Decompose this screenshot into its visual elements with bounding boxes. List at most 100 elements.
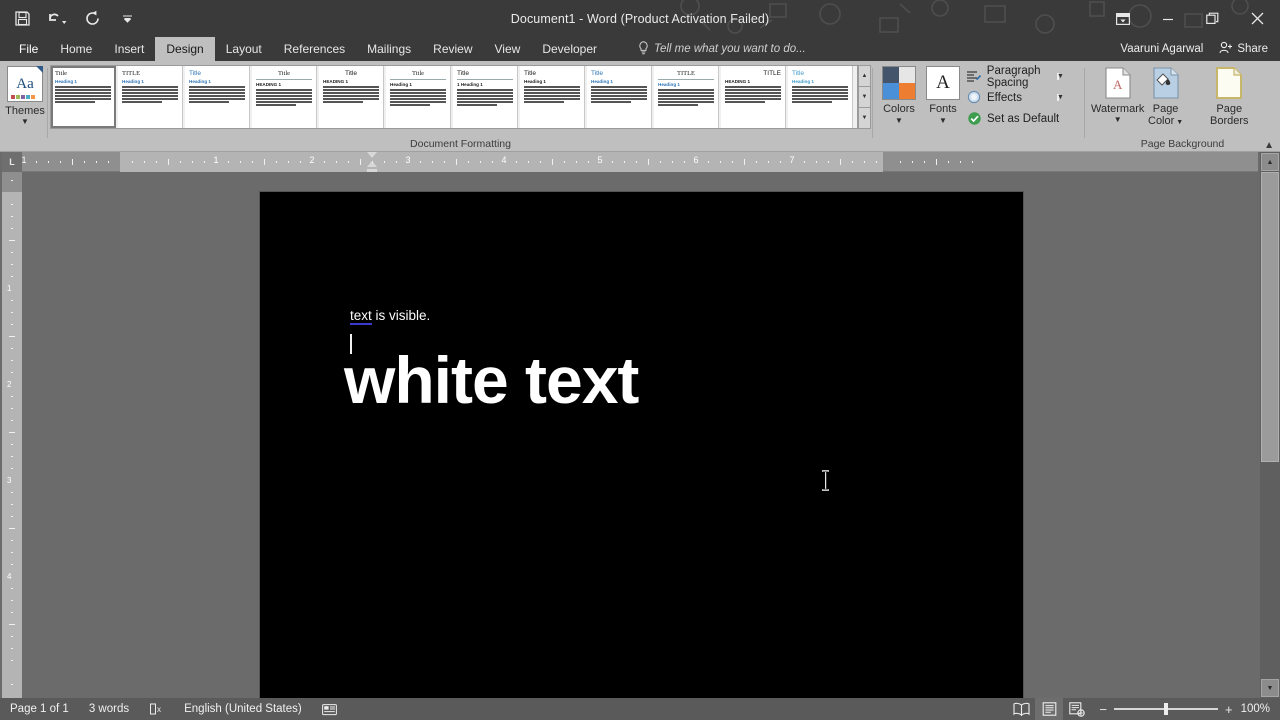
tab-review[interactable]: Review	[422, 37, 483, 61]
scrollbar-thumb[interactable]	[1261, 172, 1279, 462]
page-color-label-line1: Page	[1153, 103, 1179, 115]
ruler-tick	[540, 161, 541, 163]
macro-record-icon[interactable]	[312, 698, 347, 720]
style-set-thumbnail[interactable]: TITLEHeading 1	[654, 66, 719, 128]
minimize-icon[interactable]	[1145, 0, 1190, 37]
page-indicator[interactable]: Page 1 of 1	[0, 698, 79, 720]
tab-layout[interactable]: Layout	[215, 37, 273, 61]
style-set-thumbnail[interactable]: Title1 Heading 1	[453, 66, 518, 128]
tab-developer[interactable]: Developer	[531, 37, 608, 61]
read-mode-view-button[interactable]	[1007, 698, 1035, 720]
first-line-indent-marker[interactable]	[367, 152, 377, 158]
watermark-icon: A	[1101, 66, 1135, 100]
page-color-icon	[1149, 66, 1183, 100]
ruler-tick	[11, 300, 13, 301]
ruler-tick	[9, 336, 15, 337]
gallery-scroll-up-icon[interactable]: ▲	[858, 65, 871, 86]
font-a-icon: A	[926, 66, 960, 100]
zoom-out-button[interactable]: −	[1099, 702, 1107, 717]
page-borders-button[interactable]: Page Borders	[1210, 66, 1249, 127]
close-icon[interactable]	[1235, 0, 1280, 37]
thumbnail-heading: Heading 1	[55, 79, 111, 84]
undo-icon[interactable]	[45, 7, 69, 31]
customize-qat-icon[interactable]	[115, 7, 139, 31]
user-name[interactable]: Vaaruni Agarwal	[1110, 43, 1213, 55]
style-set-thumbnail[interactable]: TitleHeading 1	[51, 66, 116, 128]
tab-design[interactable]: Design	[155, 37, 214, 61]
style-set-thumbnail[interactable]: TitleHEADING 1	[319, 66, 384, 128]
title-bar: Document1 - Word (Product Activation Fai…	[0, 0, 1280, 37]
tab-insert[interactable]: Insert	[103, 37, 155, 61]
page-color-button[interactable]: Page Color ▼	[1148, 66, 1183, 129]
colors-button[interactable]: Colors ▼	[877, 66, 921, 125]
colors-dropdown-icon[interactable]: ▼	[895, 117, 903, 125]
style-set-thumbnail[interactable]: TitleHeading 1	[788, 66, 853, 128]
page-borders-icon	[1212, 66, 1246, 100]
paragraph-spacing-button[interactable]: Paragraph Spacing ▼	[966, 66, 1084, 87]
proofing-errors-icon[interactable]: x	[139, 698, 174, 720]
scroll-up-icon[interactable]: ▲	[1261, 153, 1279, 171]
horizontal-ruler[interactable]: 11234567	[22, 152, 1258, 172]
tab-home[interactable]: Home	[49, 37, 103, 61]
ribbon-tab-bar: File Home Insert Design Layout Reference…	[0, 37, 1280, 61]
zoom-slider-thumb[interactable]	[1164, 703, 1168, 715]
share-person-icon	[1219, 41, 1233, 57]
set-as-default-button[interactable]: Set as Default	[966, 108, 1084, 129]
zoom-in-button[interactable]: +	[1225, 702, 1233, 717]
ruler-number: 2	[309, 155, 314, 165]
vertical-ruler[interactable]: 1234	[2, 172, 22, 698]
themes-aa-icon: Aa	[7, 66, 43, 102]
style-set-thumbnail[interactable]: TITLEHEADING 1	[721, 66, 786, 128]
style-set-thumbnail[interactable]: TitleHEADING 1	[252, 66, 317, 128]
ruler-tick	[11, 492, 13, 493]
fonts-dropdown-icon[interactable]: ▼	[939, 117, 947, 125]
themes-button[interactable]: Aa Themes ▼	[4, 66, 46, 126]
chevron-down-icon[interactable]: ▼	[1057, 73, 1059, 80]
language-indicator[interactable]: English (United States)	[174, 698, 312, 720]
tab-file[interactable]: File	[8, 37, 49, 61]
chevron-down-icon[interactable]: ▼	[1057, 94, 1059, 101]
paragraph-spacing-label: Paragraph Spacing	[987, 65, 1084, 89]
gallery-scroll-down-icon[interactable]: ▼	[858, 86, 871, 107]
ribbon-collapse-icon[interactable]: ▲	[1264, 140, 1274, 151]
style-set-thumbnail[interactable]: TitleHeading 1	[520, 66, 585, 128]
zoom-level[interactable]: 100%	[1241, 703, 1280, 715]
vertical-scrollbar[interactable]: ▲ ▼	[1260, 152, 1280, 698]
tell-me-search[interactable]: Tell me what you want to do...	[638, 37, 806, 61]
thumbnail-title: Title	[457, 70, 513, 77]
thumbnail-heading: Heading 1	[122, 79, 178, 84]
ruler-number: 4	[501, 155, 506, 165]
watermark-dropdown-icon[interactable]: ▼	[1114, 116, 1122, 124]
watermark-button[interactable]: A Watermark ▼	[1091, 66, 1144, 124]
web-layout-view-button[interactable]	[1063, 698, 1091, 720]
style-set-thumbnail[interactable]: TITLEHeading 1	[118, 66, 183, 128]
gallery-scrollbar: ▲ ▼ ▼	[858, 65, 871, 129]
scroll-down-icon[interactable]: ▼	[1261, 679, 1279, 697]
tab-references[interactable]: References	[273, 37, 356, 61]
zoom-slider[interactable]	[1114, 708, 1218, 710]
style-set-thumbnail[interactable]: TitleHeading 1	[185, 66, 250, 128]
word-count[interactable]: 3 words	[79, 698, 139, 720]
style-set-thumbnail[interactable]: TitleHeading 1	[587, 66, 652, 128]
ruler-number: 5	[597, 155, 602, 165]
themes-dropdown-icon[interactable]: ▼	[21, 118, 29, 126]
ruler-tick	[11, 684, 13, 685]
redo-icon[interactable]	[80, 7, 104, 31]
ribbon-display-options-icon[interactable]	[1100, 0, 1145, 37]
fonts-button[interactable]: A Fonts ▼	[921, 66, 965, 125]
document-formatting-group-label: Document Formatting	[48, 138, 873, 150]
effects-button[interactable]: Effects ▼	[966, 87, 1084, 108]
tab-selector[interactable]: L	[2, 152, 22, 172]
tab-view[interactable]: View	[484, 37, 532, 61]
gallery-more-icon[interactable]: ▼	[858, 107, 871, 129]
document-page[interactable]: text is visible. white text	[260, 192, 1023, 698]
share-button[interactable]: Share	[1213, 37, 1280, 61]
restore-icon[interactable]	[1190, 0, 1235, 37]
style-set-thumbnail[interactable]: TitleHeading 1	[386, 66, 451, 128]
tab-mailings[interactable]: Mailings	[356, 37, 422, 61]
chevron-down-icon[interactable]: ▼	[1174, 119, 1183, 126]
style-set-gallery[interactable]: TitleHeading 1TITLEHeading 1TitleHeading…	[50, 65, 858, 129]
save-icon[interactable]	[10, 7, 34, 31]
print-layout-view-button[interactable]	[1035, 698, 1063, 720]
effects-circle-icon	[966, 90, 982, 106]
